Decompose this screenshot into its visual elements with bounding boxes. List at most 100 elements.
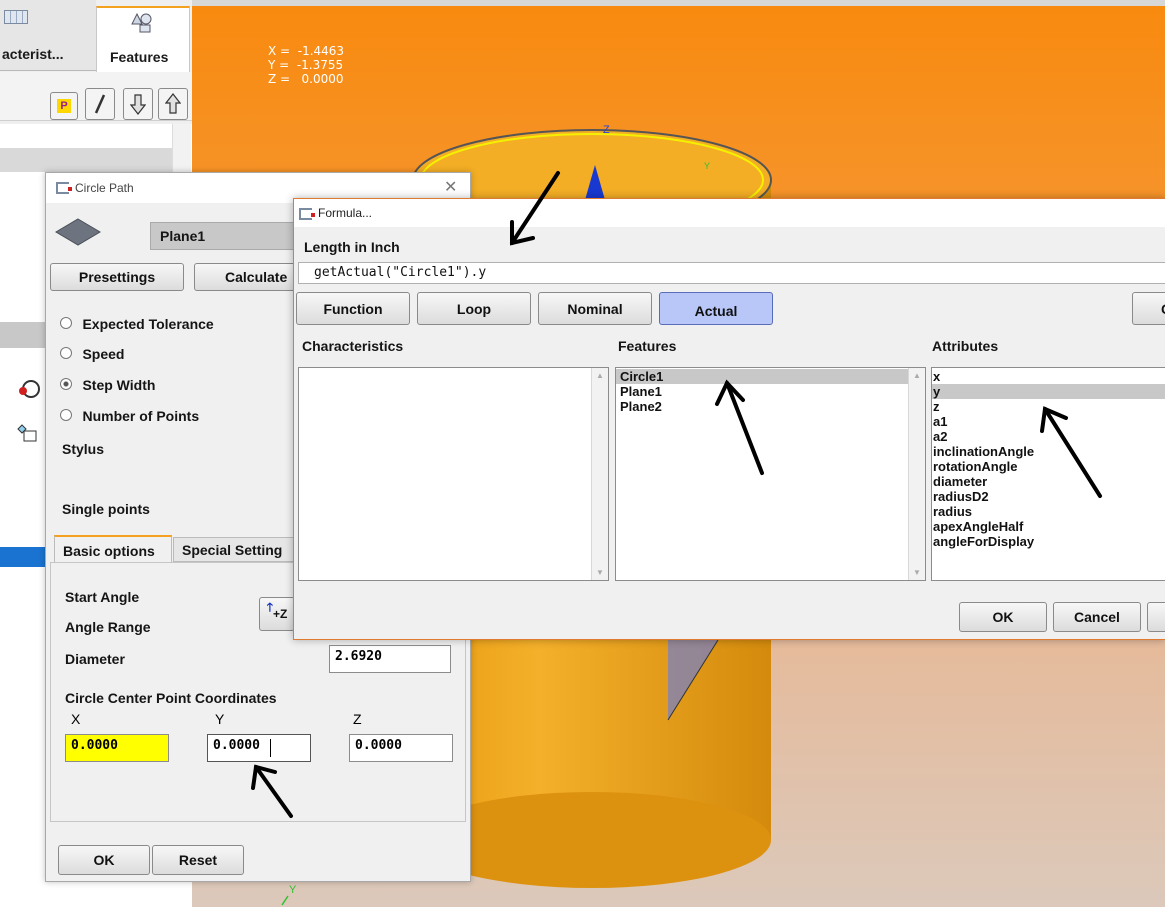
attributes-header: Attributes [932, 338, 999, 354]
features-scrollbar[interactable]: ▲ ▼ [908, 368, 925, 580]
radio-expected-tolerance[interactable]: Expected Tolerance [60, 316, 214, 334]
list-item-attribute[interactable]: radiusD2 [932, 489, 1165, 504]
radio-number-of-points[interactable]: Number of Points [60, 408, 199, 426]
characteristics-list[interactable]: ▲ ▼ [298, 367, 609, 581]
presettings-button[interactable]: Presettings [50, 263, 184, 291]
tab-features[interactable]: Features [96, 6, 190, 74]
diameter-field[interactable]: 2.6920 [329, 645, 451, 673]
tab-characteristics[interactable]: acterist... [0, 0, 96, 71]
tab-special-setting[interactable]: Special Setting [173, 537, 303, 562]
p-badge-icon[interactable]: P [50, 92, 78, 120]
list-item-feature[interactable]: Circle1 [616, 369, 925, 384]
list-item-feature[interactable]: Plane2 [616, 399, 925, 414]
center-z-field[interactable]: 0.0000 [349, 734, 453, 762]
calculate-button[interactable]: Calculate [194, 263, 304, 291]
pencil-icon[interactable] [85, 88, 115, 120]
axis-z-label: Z [603, 124, 610, 136]
viewport-top-border [192, 0, 1165, 6]
app-logo-dot [68, 187, 72, 191]
formula-title: Formula... [318, 206, 373, 220]
plane-diamond-icon [55, 218, 101, 246]
panel-tool-icon-2[interactable] [16, 423, 40, 447]
radio-label: Number of Points [82, 408, 200, 424]
tab-basic-options[interactable]: Basic options [54, 535, 172, 563]
center-x-field[interactable]: 0.0000 [65, 734, 169, 762]
radio-button-selected[interactable] [60, 378, 72, 390]
radio-label: Speed [82, 346, 125, 362]
list-item-attribute[interactable]: a1 [932, 414, 1165, 429]
actual-button[interactable]: Actual [659, 292, 773, 325]
panel-scrollbar[interactable] [172, 124, 191, 176]
list-item-attribute[interactable]: angleForDisplay [932, 534, 1165, 549]
panel-header-strip [0, 148, 172, 172]
tab-basic-options-label: Basic options [63, 543, 155, 559]
list-item-feature[interactable]: Plane1 [616, 384, 925, 399]
list-item-attribute[interactable]: a2 [932, 429, 1165, 444]
formula-expression-input[interactable]: getActual("Circle1").y [298, 262, 1165, 284]
list-item-attribute[interactable]: inclinationAngle [932, 444, 1165, 459]
coordinate-readout: X = -1.4463 Y = -1.3755 Z = 0.0000 [268, 44, 344, 86]
coord-x-value: -1.4463 [297, 44, 345, 58]
arrow-up-icon[interactable] [158, 88, 188, 120]
formula-dialog: Formula... Length in Inch getActual("Cir… [293, 198, 1165, 640]
radio-button[interactable] [60, 317, 72, 329]
list-item-attribute[interactable]: x [932, 369, 1165, 384]
list-item-attribute[interactable]: apexAngleHalf [932, 519, 1165, 534]
ok-button[interactable]: OK [58, 845, 150, 875]
loop-button[interactable]: Loop [417, 292, 531, 325]
radio-speed[interactable]: Speed [60, 346, 124, 364]
formula-extra-button[interactable] [1147, 602, 1165, 632]
panel-tool-icon-1[interactable] [18, 377, 40, 401]
start-angle-label: Start Angle [65, 589, 140, 605]
arrow-up-small-icon: 🡑 [266, 599, 273, 614]
features-header: Features [618, 338, 677, 354]
close-icon[interactable]: ✕ [444, 177, 457, 197]
center-x-label: X [71, 711, 81, 727]
shapes-icon [131, 12, 152, 33]
function-button[interactable]: Function [296, 292, 410, 325]
tab-characteristics-label: acterist... [2, 46, 64, 62]
list-item-attribute[interactable]: z [932, 399, 1165, 414]
center-y-label: Y [215, 711, 225, 727]
features-list[interactable]: Circle1 Plane1 Plane2 ▲ ▼ [615, 367, 926, 581]
formula-ok-button[interactable]: OK [959, 602, 1047, 632]
list-item-attribute[interactable]: y [932, 384, 1165, 399]
radio-button[interactable] [60, 347, 72, 359]
cut-button[interactable]: C [1132, 292, 1165, 325]
scroll-up-icon[interactable]: ▲ [909, 371, 925, 380]
formula-cancel-button[interactable]: Cancel [1053, 602, 1141, 632]
plus-z-button[interactable]: 🡑 +Z [259, 597, 295, 631]
characteristics-scrollbar[interactable]: ▲ ▼ [591, 368, 608, 580]
nominal-button[interactable]: Nominal [538, 292, 652, 325]
coord-x-label: X = [268, 44, 291, 58]
reset-button[interactable]: Reset [152, 845, 244, 875]
scroll-down-icon[interactable]: ▼ [592, 568, 608, 577]
text-cursor [270, 739, 271, 757]
list-item-attribute[interactable]: rotationAngle [932, 459, 1165, 474]
radio-label: Expected Tolerance [82, 316, 214, 332]
scroll-up-icon[interactable]: ▲ [592, 371, 608, 380]
center-y-field[interactable]: 0.0000 [207, 734, 311, 762]
formula-titlebar: Formula... [294, 199, 1165, 227]
arrow-down-icon[interactable] [123, 88, 153, 120]
app-logo-dot [311, 213, 315, 217]
radio-step-width[interactable]: Step Width [60, 377, 155, 395]
radio-button[interactable] [60, 409, 72, 421]
formula-expression-text: getActual("Circle1").y [314, 265, 487, 280]
list-item-attribute[interactable]: diameter [932, 474, 1165, 489]
p-badge-label: P [57, 99, 71, 113]
coord-z-value: 0.0000 [301, 72, 344, 86]
angle-range-label: Angle Range [65, 619, 151, 635]
stylus-label: Stylus [62, 441, 105, 457]
radio-label: Step Width [82, 377, 156, 393]
coord-y-value: -1.3755 [296, 58, 344, 72]
formula-heading: Length in Inch [304, 239, 400, 255]
coord-y-label: Y = [268, 58, 290, 72]
scroll-down-icon[interactable]: ▼ [909, 568, 925, 577]
center-z-label: Z [353, 711, 362, 727]
attributes-list[interactable]: x y z a1 a2 inclinationAngle rotationAng… [931, 367, 1165, 581]
features-toolbar: P [0, 72, 192, 121]
center-point-label: Circle Center Point Coordinates [65, 690, 277, 706]
list-item-attribute[interactable]: radius [932, 504, 1165, 519]
tab-special-setting-label: Special Setting [182, 542, 283, 558]
